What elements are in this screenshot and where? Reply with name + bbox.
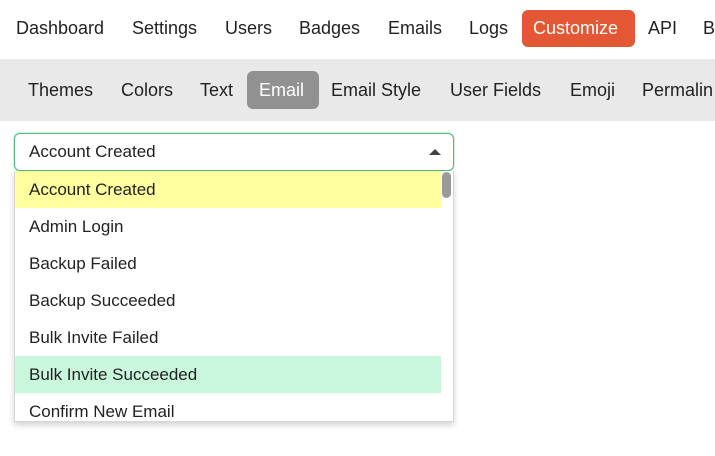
email-template-dropdown: Account Created Admin Login Backup Faile… [14,171,454,422]
option-bulk-invite-succeeded[interactable]: Bulk Invite Succeeded [15,356,442,393]
scrollbar-thumb[interactable] [442,172,451,198]
nav-badges[interactable]: Badges [288,10,371,47]
tab-user-fields[interactable]: User Fields [438,71,553,109]
option-confirm-new-email[interactable]: Confirm New Email [15,393,442,421]
nav-emails[interactable]: Emails [377,10,453,47]
tab-text[interactable]: Text [188,71,245,109]
caret-up-icon [429,149,441,155]
nav-customize[interactable]: Customize [522,10,635,47]
nav-backups-truncated[interactable]: B [692,10,715,47]
tab-permalinks-truncated[interactable]: Permalin [630,71,715,109]
nav-users[interactable]: Users [214,10,283,47]
nav-api[interactable]: API [637,10,688,47]
nav-dashboard[interactable]: Dashboard [5,10,115,47]
nav-settings[interactable]: Settings [121,10,208,47]
tab-email[interactable]: Email [247,71,319,109]
option-bulk-invite-failed[interactable]: Bulk Invite Failed [15,319,442,356]
email-template-select[interactable]: Account Created [14,133,454,171]
option-account-created[interactable]: Account Created [15,171,442,208]
email-template-select-value: Account Created [29,142,156,161]
option-backup-failed[interactable]: Backup Failed [15,245,442,282]
tab-colors[interactable]: Colors [109,71,185,109]
dropdown-scrollbar[interactable] [441,171,453,421]
option-backup-succeeded[interactable]: Backup Succeeded [15,282,442,319]
option-admin-login[interactable]: Admin Login [15,208,442,245]
tab-email-style[interactable]: Email Style [319,71,433,109]
admin-top-nav: Dashboard Settings Users Badges Emails L… [0,0,715,57]
tab-themes[interactable]: Themes [16,71,105,109]
nav-logs[interactable]: Logs [458,10,519,47]
tab-emoji[interactable]: Emoji [558,71,627,109]
customize-sub-nav: Themes Colors Text Email Email Style Use… [0,59,715,121]
